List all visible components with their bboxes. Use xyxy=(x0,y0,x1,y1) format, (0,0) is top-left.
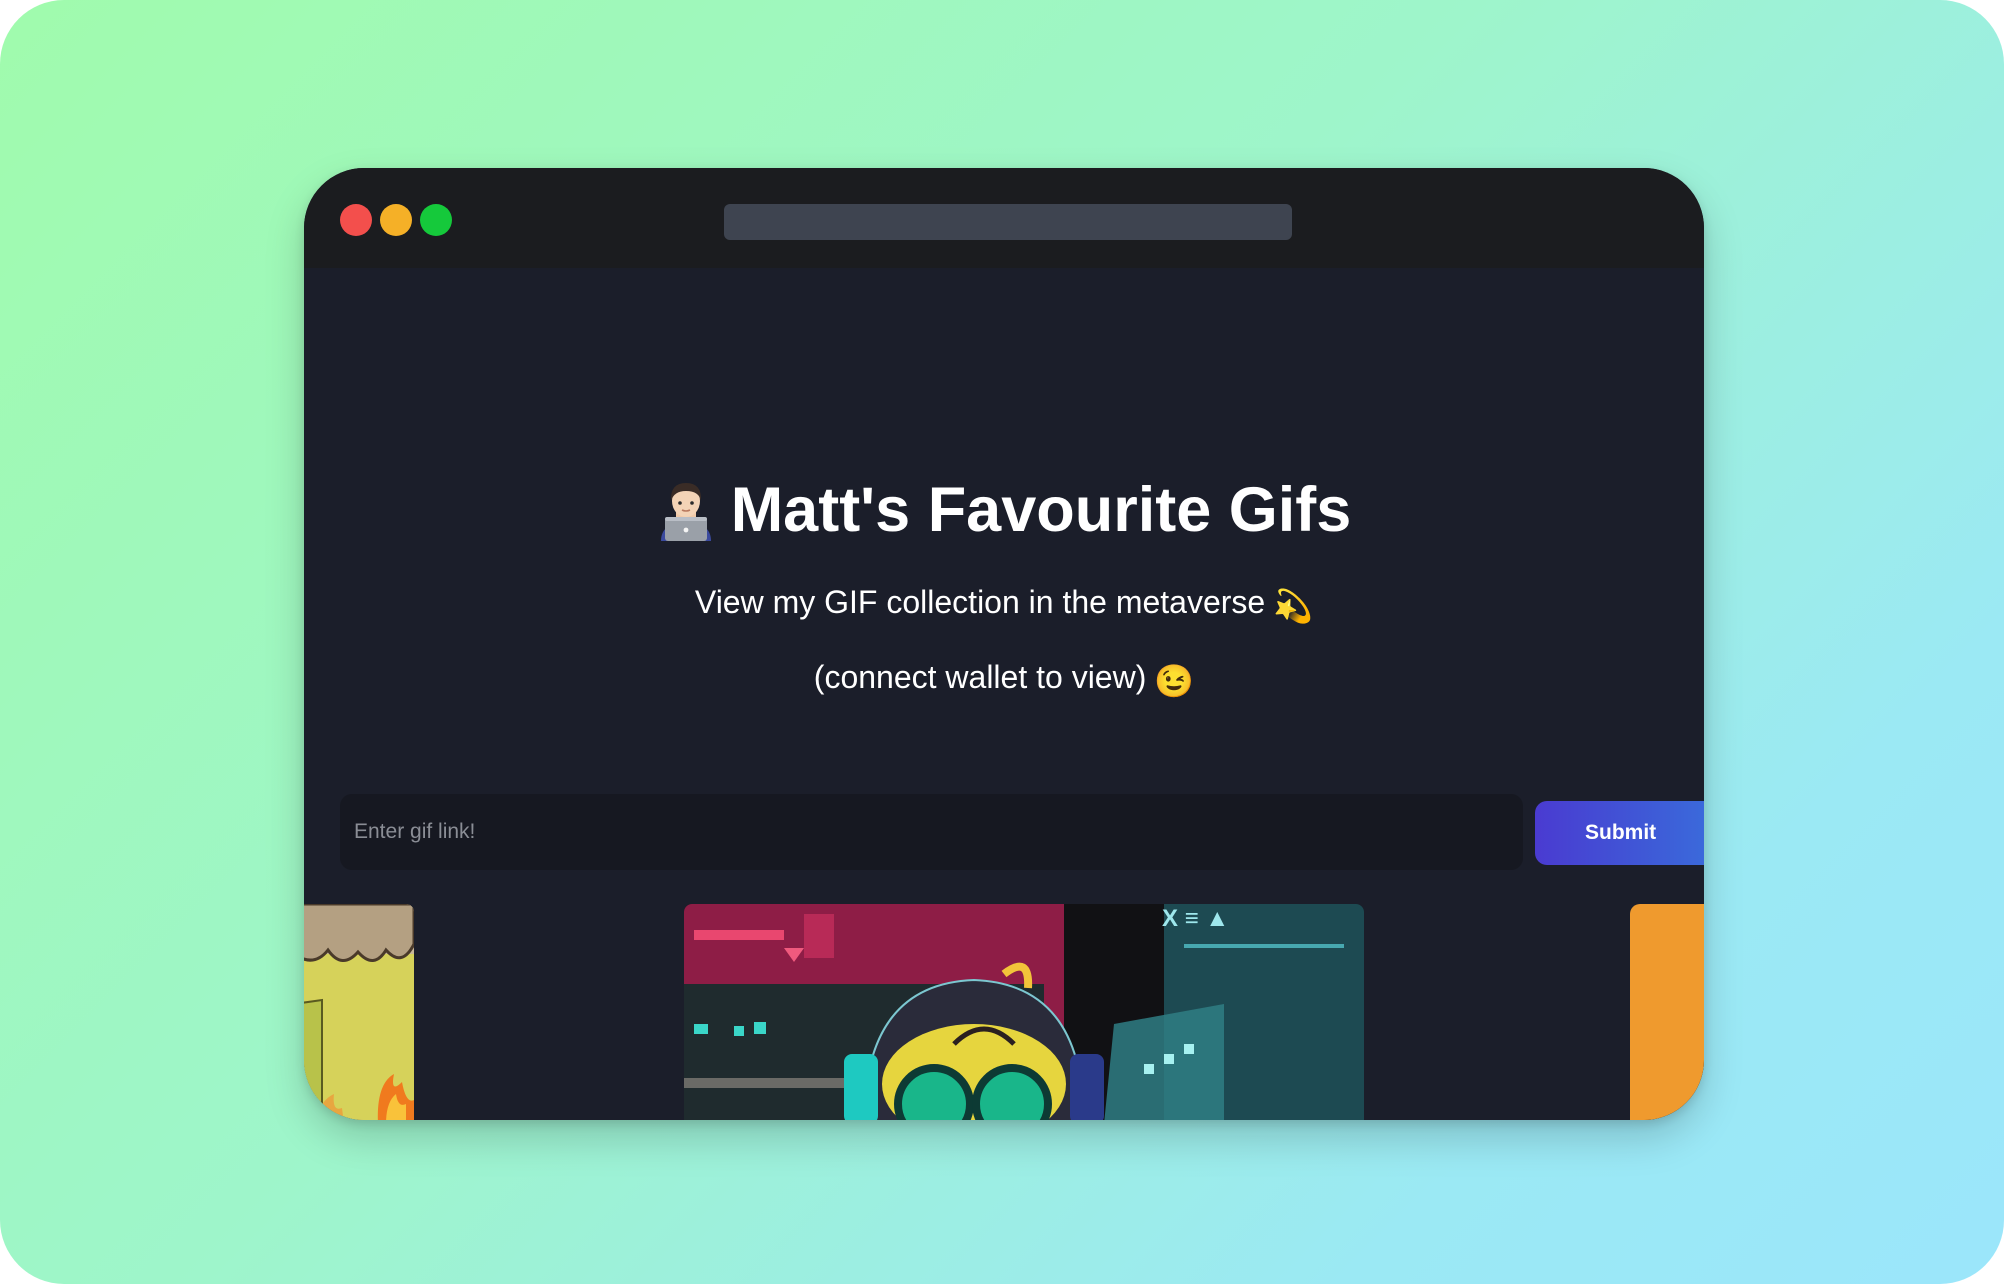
page-title: Matt's Favourite Gifs xyxy=(730,475,1352,545)
connect-hint-row: (connect wallet to view) 😉 xyxy=(304,657,1704,701)
svg-text:X ≡ ▲: X ≡ ▲ xyxy=(1162,905,1229,932)
page-background: Matt's Favourite Gifs View my GIF collec… xyxy=(0,0,2004,1284)
browser-window: Matt's Favourite Gifs View my GIF collec… xyxy=(304,168,1704,1120)
page-subtitle-row: View my GIF collection in the metaverse 💫 xyxy=(304,582,1704,626)
page-title-row: Matt's Favourite Gifs xyxy=(304,472,1704,548)
dizzy-icon: 💫 xyxy=(1273,588,1314,624)
window-titlebar xyxy=(304,168,1704,268)
man-technologist-icon xyxy=(657,479,715,541)
connect-wallet-hint: (connect wallet to view) xyxy=(813,659,1147,695)
minimize-window-button[interactable] xyxy=(380,204,412,236)
close-window-button[interactable] xyxy=(340,204,372,236)
gif-link-input[interactable] xyxy=(340,794,1523,870)
maximize-window-button[interactable] xyxy=(420,204,452,236)
winking-face-icon: 😉 xyxy=(1154,663,1195,699)
page-content: Matt's Favourite Gifs View my GIF collec… xyxy=(304,268,1704,1120)
gif-thumbnail-orange[interactable] xyxy=(1630,904,1704,1120)
gif-thumbnail-cartoon-fire[interactable] xyxy=(304,904,414,1120)
address-bar[interactable] xyxy=(724,204,1292,240)
gif-thumbnail-cyber-character[interactable]: X ≡ ▲ xyxy=(684,904,1364,1120)
page-subtitle: View my GIF collection in the metaverse xyxy=(694,584,1266,620)
submit-button[interactable]: Submit xyxy=(1535,801,1704,865)
